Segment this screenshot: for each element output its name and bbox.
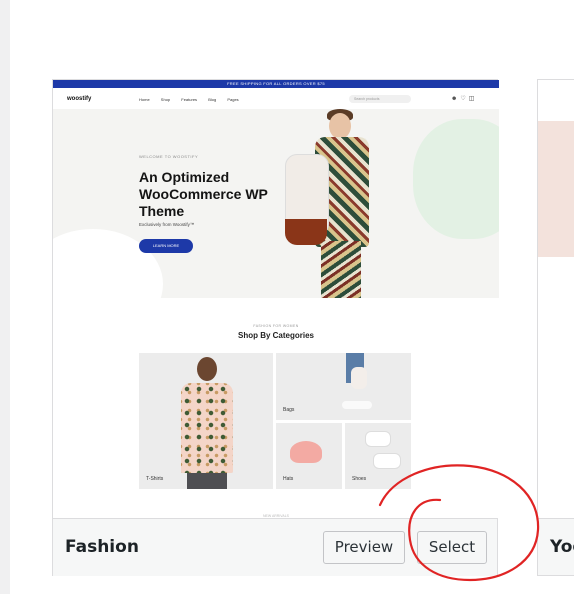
preview-site-header: woostify Home Shop Features Blog Pages S… [53,88,499,110]
theme-card-footer: Fashion Preview Select [53,518,497,576]
categories-kicker: FASHION FOR WOMEN [253,324,299,328]
category-tile-shoes: Shoes [345,423,411,489]
preview-hero: WELCOME TO WOOSTIFY An Optimized WooComm… [53,109,499,298]
categories-title: Shop By Categories [237,331,314,340]
cart-icon: ◫ [468,96,478,102]
preview-button[interactable]: Preview [323,531,405,564]
preview-nav-item: Pages [227,97,239,102]
category-tile-tshirts: T-Shirts [139,353,273,489]
hero-kicker: WELCOME TO WOOSTIFY [139,154,199,159]
user-icon: ☻ [451,96,461,102]
hero-blob [413,119,499,239]
preview-header-icons: ☻♡◫ [451,95,477,102]
theme-card-next[interactable]: Yog [537,79,574,576]
preview-topbar: FREE SHIPPING FOR ALL ORDERS OVER $75 [53,80,499,88]
hero-title: An Optimized WooCommerce WP Theme [139,169,268,219]
hero-subtitle: Exclusively from Woostify™ [139,222,195,227]
preview-logo: woostify [67,96,92,102]
next-theme-name: Yog [550,537,574,557]
preview-nav-item: Features [181,97,198,102]
theme-card-fashion[interactable]: FREE SHIPPING FOR ALL ORDERS OVER $75 wo… [52,79,499,576]
category-label: Bags [283,407,295,413]
preview-nav-item: Home [139,97,150,102]
preview-nav-item: Blog [208,97,217,102]
category-tile-hats: Hats [276,423,342,489]
categories-grid: T-Shirts Bags Hats Shoes [139,353,411,489]
next-theme-screenshot [538,121,574,257]
heart-icon: ♡ [460,96,469,102]
hero-model-image [285,109,395,298]
preview-nav: Home Shop Features Blog Pages [139,97,249,102]
left-gutter [0,0,10,594]
theme-name: Fashion [65,537,139,557]
select-button[interactable]: Select [417,531,487,564]
preview-nav-item: Shop [160,97,171,102]
theme-screenshot[interactable]: FREE SHIPPING FOR ALL ORDERS OVER $75 wo… [53,80,499,518]
category-label: T-Shirts [146,476,164,482]
category-label: Hats [283,476,294,482]
hero-cta-button: LEARN MORE [139,239,193,253]
category-label: Shoes [352,476,367,482]
next-theme-footer: Yog [538,518,574,575]
preview-search-box: Search products [349,95,411,103]
category-tile-bags: Bags [276,353,411,420]
